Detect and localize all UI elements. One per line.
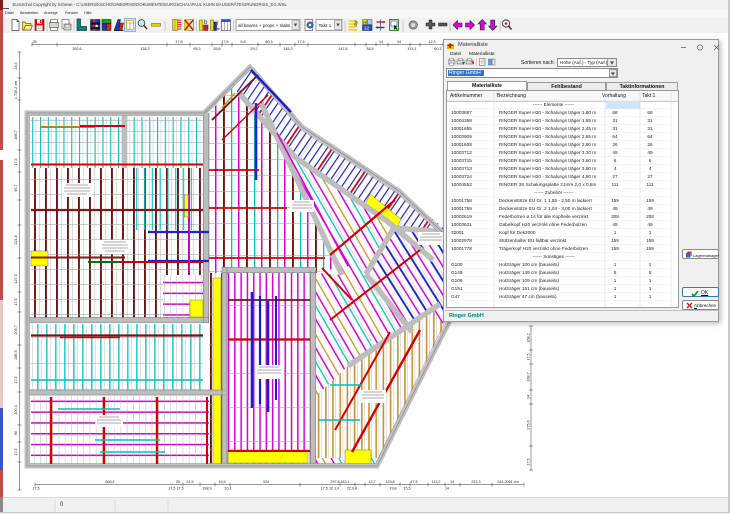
svg-text:209,7: 209,7 — [14, 325, 18, 334]
svg-text:20,1: 20,1 — [224, 487, 231, 491]
svg-text:14: 14 — [450, 480, 454, 484]
svg-text:138,3: 138,3 — [140, 47, 149, 51]
svg-text:1.739,2 cm: 1.739,2 cm — [14, 81, 18, 99]
svg-text:21,5: 21,5 — [186, 480, 193, 484]
svg-text:286,5: 286,5 — [14, 350, 18, 359]
svg-text:508,4: 508,4 — [105, 480, 114, 484]
svg-text:100,3: 100,3 — [14, 405, 18, 414]
svg-text:60,3: 60,3 — [434, 47, 441, 51]
svg-text:16,5: 16,5 — [218, 480, 225, 484]
svg-text:17,5: 17,5 — [14, 158, 18, 165]
svg-text:17,5: 17,5 — [14, 448, 18, 455]
svg-text:14: 14 — [527, 395, 531, 399]
svg-text:183,1: 183,1 — [340, 480, 349, 484]
svg-text:22,9,8: 22,9,8 — [347, 487, 357, 491]
svg-text:17,5: 17,5 — [297, 40, 304, 44]
svg-text:90: 90 — [14, 431, 18, 435]
svg-text:147,6: 147,6 — [338, 47, 347, 51]
svg-text:168,2: 168,2 — [527, 333, 531, 342]
svg-text:25: 25 — [32, 40, 36, 44]
svg-text:275,6: 275,6 — [527, 420, 531, 429]
svg-text:145,3: 145,3 — [283, 47, 292, 51]
svg-text:17,5: 17,5 — [14, 376, 18, 383]
svg-text:47,5: 47,5 — [410, 480, 417, 484]
svg-text:29,2: 29,2 — [250, 47, 257, 51]
svg-text:24,5: 24,5 — [14, 62, 18, 69]
svg-text:17,5: 17,5 — [527, 458, 531, 465]
svg-text:95,3: 95,3 — [193, 47, 200, 51]
svg-text:221,8: 221,8 — [14, 235, 18, 244]
svg-text:17,5: 17,5 — [175, 40, 182, 44]
svg-text:14: 14 — [445, 487, 449, 491]
svg-text:222,3: 222,3 — [471, 480, 480, 484]
svg-text:297,5: 297,5 — [330, 480, 339, 484]
svg-text:25: 25 — [176, 480, 180, 484]
svg-text:243,2061 cm: 243,2061 cm — [497, 480, 518, 484]
svg-text:324: 324 — [263, 480, 269, 484]
svg-text:174,1: 174,1 — [407, 47, 416, 51]
svg-text:12,7: 12,7 — [368, 480, 375, 484]
svg-text:392,6: 392,6 — [72, 47, 81, 51]
svg-text:17,5: 17,5 — [32, 487, 39, 491]
svg-text:113,2: 113,2 — [432, 480, 441, 484]
svg-text:198,9: 198,9 — [202, 487, 211, 491]
svg-text:38,5: 38,5 — [366, 47, 373, 51]
svg-text:14: 14 — [379, 40, 383, 44]
svg-text:168,7: 168,7 — [527, 372, 531, 381]
svg-text:17,5 17,5: 17,5 17,5 — [168, 487, 183, 491]
svg-text:15,5: 15,5 — [403, 487, 410, 491]
svg-text:17,5: 17,5 — [221, 40, 228, 44]
svg-text:39,8: 39,8 — [213, 47, 220, 51]
svg-text:19,8: 19,8 — [389, 487, 396, 491]
svg-text:96,7: 96,7 — [14, 184, 18, 191]
svg-text:17,5 12 1,9: 17,5 12 1,9 — [321, 487, 339, 491]
svg-text:17,5: 17,5 — [14, 298, 18, 305]
svg-text:129,8: 129,8 — [385, 480, 394, 484]
svg-text:9,8: 9,8 — [240, 40, 245, 44]
svg-text:14: 14 — [397, 40, 401, 44]
svg-text:17,5: 17,5 — [527, 353, 531, 360]
svg-text:12,3: 12,3 — [428, 40, 435, 44]
svg-text:80,3: 80,3 — [265, 40, 272, 44]
svg-text:127,5: 127,5 — [14, 274, 18, 283]
svg-text:166,7: 166,7 — [14, 130, 18, 139]
